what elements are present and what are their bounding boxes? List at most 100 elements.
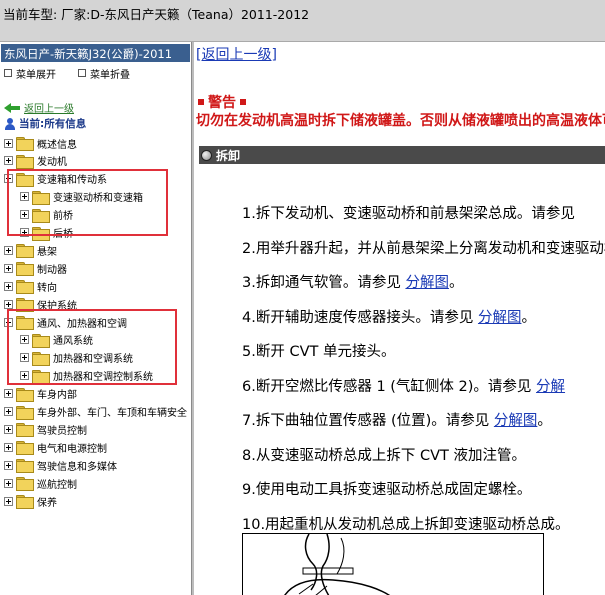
tree-item[interactable]: 发动机	[4, 153, 67, 169]
tree-item[interactable]: 悬架	[4, 242, 57, 259]
tree-item-label: 驾驶信息和多媒体	[37, 461, 117, 473]
collapse-all-icon	[78, 69, 86, 77]
expand-toggle-icon[interactable]	[4, 442, 13, 452]
section-disc-icon	[201, 149, 212, 161]
tree-item[interactable]: 概述信息	[4, 135, 77, 151]
tree-item-label: 转向	[37, 282, 57, 294]
expand-toggle-icon[interactable]	[4, 389, 13, 399]
tree-item[interactable]: 巡航控制	[4, 475, 77, 492]
tree-item[interactable]: 电气和电源控制	[4, 439, 107, 456]
tree-item[interactable]: 车身外部、车门、车顶和车辆安全	[4, 404, 187, 420]
current-model-label: 当前车型: 厂家:D-东风日产天籁（Teana）2011-2012	[3, 7, 310, 22]
step-text: 5.断开 CVT 单元接头。	[242, 344, 396, 360]
procedure-step: 1.拆下发动机、变速驱动桥和前悬架梁总成。请参见	[242, 202, 575, 223]
highlight-box-hvac	[7, 309, 177, 385]
step-text: 9.使用电动工具拆变速驱动桥总成固定螺栓。	[242, 482, 532, 498]
tree-item[interactable]: 车身内部	[4, 386, 77, 402]
step-suffix: 。	[521, 309, 536, 326]
folder-icon	[16, 423, 34, 438]
tree-item-label: 车身外部、车门、车顶和车辆安全	[37, 408, 187, 419]
step-suffix: 。	[537, 413, 552, 429]
expand-toggle-icon[interactable]	[4, 245, 13, 255]
exploded-view-diagram	[242, 533, 544, 595]
folder-icon	[16, 244, 34, 259]
exploded-view-link[interactable]: 分解	[536, 379, 565, 395]
expand-toggle-icon[interactable]	[4, 478, 13, 488]
folder-icon	[16, 154, 34, 169]
step-text: 8.从变速驱动桥总成上拆下 CVT 液加注管。	[242, 447, 526, 464]
warning-title: 警告	[198, 92, 246, 112]
expand-toggle-icon[interactable]	[4, 263, 13, 273]
step-text: 3.拆卸通气软管。请参见	[242, 275, 406, 291]
content-back-link[interactable]: [返回上一级]	[196, 44, 277, 64]
tree-item[interactable]: 转向	[4, 278, 57, 295]
warning-text: 切勿在发动机高温时拆下储液罐盖。否则从储液罐喷出的高温液体可能烫伤您	[196, 113, 605, 129]
exploded-view-link[interactable]: 分解图	[478, 310, 522, 326]
step-text: 10.用起重机从发动机总成上拆卸变速驱动桥总成。	[242, 516, 570, 533]
expand-toggle-icon[interactable]	[4, 407, 13, 416]
expand-toggle-icon[interactable]	[4, 460, 13, 470]
tree-item-label: 驾驶员控制	[37, 425, 87, 437]
nav-header: 东风日产-新天籁J32(公爵)-2011	[1, 44, 190, 62]
section-header-removal: 拆卸	[199, 146, 605, 164]
procedure-step: 3.拆卸通气软管。请参见 分解图。	[242, 271, 463, 292]
current-location: 当前:所有信息	[4, 116, 86, 131]
tree-item-label: 保养	[37, 497, 57, 509]
step-text: 6.断开空燃比传感器 1 (气缸侧体 2)。请参见	[242, 378, 537, 395]
highlight-box-transmission	[7, 169, 168, 236]
step-suffix: 。	[448, 275, 464, 291]
tree-item-label: 车身内部	[37, 390, 77, 402]
folder-icon	[16, 459, 34, 474]
procedure-step: 5.断开 CVT 单元接头。	[242, 340, 395, 361]
step-text: 4.断开辅助速度传感器接头。请参见	[242, 309, 478, 326]
folder-icon	[16, 387, 34, 402]
tree-item[interactable]: 制动器	[4, 260, 67, 277]
tree-item[interactable]: 驾驶信息和多媒体	[4, 457, 117, 474]
tree-item[interactable]: 驾驶员控制	[4, 421, 87, 438]
crane-hook-illustration	[284, 534, 391, 595]
left-nav-panel: 东风日产-新天籁J32(公爵)-2011 菜单展开 菜单折叠 返回上一级 当前:…	[0, 42, 191, 595]
tree-item-label: 悬架	[37, 246, 57, 258]
tree-item-label: 电气和电源控制	[37, 443, 107, 455]
warning-bullet-icon	[240, 99, 246, 105]
procedure-step: 4.断开辅助速度传感器接头。请参见 分解图。	[242, 306, 536, 327]
procedure-step: 8.从变速驱动桥总成上拆下 CVT 液加注管。	[242, 444, 526, 465]
expand-toggle-icon[interactable]	[4, 496, 13, 506]
exploded-view-link[interactable]: 分解图	[405, 275, 449, 291]
folder-icon	[16, 441, 34, 456]
tree-item-label: 制动器	[37, 264, 67, 276]
folder-icon	[16, 477, 34, 492]
procedure-step: 2.用举升器升起，并从前悬架梁上分离发动机和变速驱动桥	[242, 237, 605, 258]
expand-toggle-icon[interactable]	[4, 424, 13, 434]
folder-icon	[16, 280, 34, 295]
tree-item-label: 概述信息	[37, 139, 77, 151]
folder-icon	[16, 137, 34, 151]
person-icon	[4, 117, 16, 130]
tree-item-label: 巡航控制	[37, 479, 77, 491]
top-bar: 当前车型: 厂家:D-东风日产天籁（Teana）2011-2012	[0, 0, 605, 42]
content-panel: [返回上一级] 警告 切勿在发动机高温时拆下储液罐盖。否则从储液罐喷出的高温液体…	[194, 42, 605, 595]
step-text: 7.拆下曲轴位置传感器 (位置)。请参见	[242, 413, 494, 429]
expand-toggle-icon[interactable]	[4, 156, 13, 166]
expand-toggle-icon[interactable]	[4, 299, 13, 309]
expand-all-icon	[4, 69, 12, 77]
step-text: 1.拆下发动机、变速驱动桥和前悬架梁总成。请参见	[242, 206, 575, 222]
tree-item-label: 发动机	[37, 157, 67, 169]
menu-expand-button[interactable]: 菜单展开	[4, 66, 56, 81]
procedure-step: 6.断开空燃比传感器 1 (气缸侧体 2)。请参见 分解	[242, 375, 565, 396]
expand-toggle-icon[interactable]	[4, 138, 13, 148]
folder-icon	[16, 495, 34, 509]
step-text: 2.用举升器升起，并从前悬架梁上分离发动机和变速驱动桥	[242, 240, 605, 257]
exploded-view-link[interactable]: 分解图	[494, 413, 538, 429]
menu-collapse-button[interactable]: 菜单折叠	[78, 66, 130, 81]
expand-toggle-icon[interactable]	[4, 281, 13, 291]
warning-bullet-icon	[198, 99, 204, 105]
nav-back-link[interactable]: 返回上一级	[4, 100, 74, 115]
procedure-step: 10.用起重机从发动机总成上拆卸变速驱动桥总成。	[242, 513, 570, 534]
folder-icon	[16, 405, 34, 420]
procedure-step: 9.使用电动工具拆变速驱动桥总成固定螺栓。	[242, 478, 531, 499]
procedure-step: 7.拆下曲轴位置传感器 (位置)。请参见 分解图。	[242, 409, 552, 430]
folder-icon	[16, 262, 34, 277]
tree-item[interactable]: 保养	[4, 493, 57, 509]
back-arrow-icon	[4, 102, 20, 113]
